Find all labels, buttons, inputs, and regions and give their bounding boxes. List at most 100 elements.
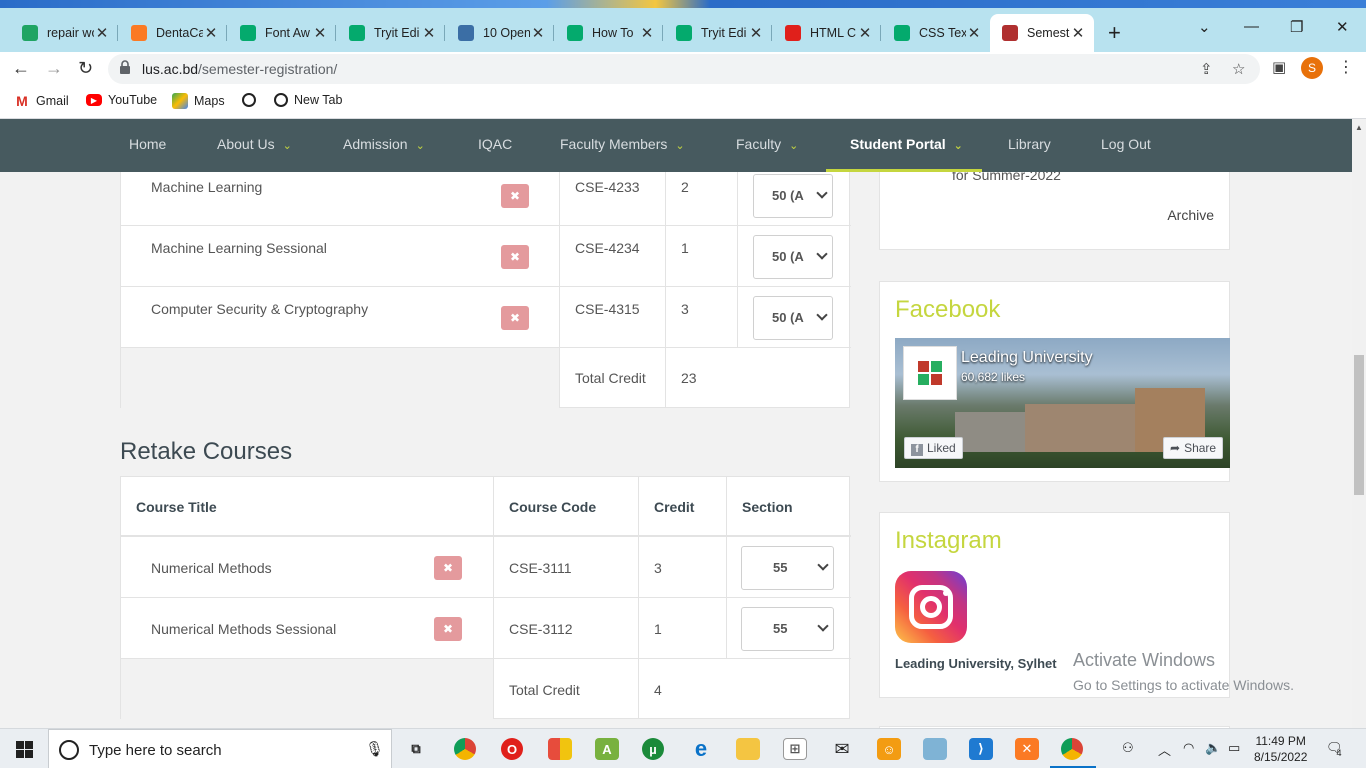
- close-tab-icon[interactable]: ✕: [857, 24, 873, 42]
- file-explorer-icon[interactable]: [736, 738, 760, 760]
- photos-app-icon[interactable]: ☺: [877, 738, 901, 760]
- remove-course-button[interactable]: ✖: [434, 616, 462, 641]
- remove-course-button[interactable]: ✖: [501, 183, 529, 208]
- remove-course-button[interactable]: ✖: [501, 244, 529, 269]
- edge-icon[interactable]: e: [689, 736, 713, 761]
- total-credit-label: Total Credit: [575, 370, 646, 386]
- facebook-share-button[interactable]: ➦ Share: [1163, 437, 1224, 459]
- tray-chevron-icon[interactable]: ︿: [1158, 740, 1171, 759]
- profile-avatar[interactable]: S: [1301, 57, 1323, 79]
- nav-item-faculty[interactable]: Faculty ⌄: [736, 136, 798, 152]
- instagram-icon[interactable]: [895, 571, 967, 643]
- back-icon[interactable]: ←: [12, 58, 30, 79]
- utorrent-icon[interactable]: µ: [642, 738, 664, 760]
- tab-7[interactable]: HTML C ✕: [773, 14, 881, 52]
- wifi-icon[interactable]: ◠: [1183, 740, 1194, 756]
- task-view-icon[interactable]: ⧉: [404, 738, 428, 760]
- notification-center-icon[interactable]: 🗨4: [1326, 740, 1348, 758]
- app-grid-icon[interactable]: [548, 738, 572, 760]
- nav-label: Student Portal: [850, 136, 946, 152]
- xampp-icon[interactable]: ✕: [1015, 738, 1039, 760]
- facebook-page-name[interactable]: Leading University: [961, 349, 1093, 367]
- page-scrollbar[interactable]: ▲: [1352, 119, 1366, 728]
- notice-item[interactable]: for Summer-2022: [952, 172, 1061, 183]
- close-tab-icon[interactable]: ✕: [639, 24, 655, 42]
- close-window-button[interactable]: ✕: [1336, 18, 1349, 36]
- nav-item-library[interactable]: Library: [1008, 136, 1051, 152]
- restore-button[interactable]: ❐: [1290, 18, 1303, 36]
- close-tab-icon[interactable]: ✕: [312, 24, 328, 42]
- remove-course-button[interactable]: ✖: [434, 555, 462, 580]
- bookmark-star-icon[interactable]: ☆: [1232, 60, 1245, 78]
- facebook-page-plugin[interactable]: Leading University 60,682 likes f Liked ➦…: [895, 338, 1230, 468]
- nav-item-student-portal[interactable]: Student Portal ⌄: [850, 136, 963, 152]
- notepad-icon[interactable]: [923, 738, 947, 760]
- bookmark-new-tab[interactable]: New Tab: [274, 93, 342, 107]
- section-select[interactable]: 50 (A: [753, 295, 833, 340]
- scroll-up-icon[interactable]: ▲: [1355, 123, 1363, 132]
- microphone-icon[interactable]: 🎙: [365, 740, 384, 758]
- side-panel-icon[interactable]: ▣: [1272, 58, 1286, 76]
- close-tab-icon[interactable]: ✕: [203, 24, 219, 42]
- nav-item-iqac[interactable]: IQAC: [478, 136, 512, 152]
- new-tab-button[interactable]: +: [1108, 20, 1121, 46]
- vscode-icon[interactable]: ⟩: [969, 738, 993, 760]
- bookmark-globe[interactable]: [242, 93, 262, 107]
- menu-icon[interactable]: ⋮: [1338, 57, 1354, 77]
- nav-item-faculty-members[interactable]: Faculty Members ⌄: [560, 136, 685, 152]
- reload-icon[interactable]: ↻: [78, 58, 93, 79]
- tab-search-icon[interactable]: ⌄: [1198, 18, 1211, 36]
- tab-8[interactable]: CSS Text ✕: [882, 14, 990, 52]
- tab-1[interactable]: DentaCa ✕: [119, 14, 227, 52]
- tab-6[interactable]: Tryit Edi ✕: [664, 14, 772, 52]
- opera-icon[interactable]: O: [501, 738, 523, 760]
- volume-icon[interactable]: 🔈: [1205, 740, 1221, 756]
- nav-item-about-us[interactable]: About Us ⌄: [217, 136, 292, 152]
- tab-3[interactable]: Tryit Edi ✕: [337, 14, 445, 52]
- close-tab-icon[interactable]: ✕: [421, 24, 437, 42]
- minimize-button[interactable]: —: [1244, 18, 1259, 35]
- bookmark-gmail[interactable]: M Gmail: [14, 93, 69, 109]
- scrollbar-thumb[interactable]: [1354, 355, 1364, 495]
- bookmark-youtube[interactable]: ▶ YouTube: [86, 93, 157, 107]
- close-tab-icon[interactable]: ✕: [1070, 24, 1086, 42]
- close-tab-icon[interactable]: ✕: [966, 24, 982, 42]
- chrome-icon[interactable]: [454, 738, 476, 760]
- remove-course-button[interactable]: ✖: [501, 305, 529, 330]
- lock-icon[interactable]: [120, 60, 130, 74]
- nav-item-log-out[interactable]: Log Out: [1101, 136, 1151, 152]
- store-icon[interactable]: ⊞: [783, 738, 807, 760]
- nav-label: Faculty: [736, 136, 782, 152]
- forward-icon[interactable]: →: [45, 58, 63, 79]
- address-bar[interactable]: lus.ac.bd/semester-registration/ ⇪ ☆: [108, 54, 1260, 84]
- archive-link[interactable]: Archive: [1167, 207, 1214, 223]
- tab-5[interactable]: How To ✕: [555, 14, 663, 52]
- people-icon[interactable]: ⚇: [1122, 740, 1134, 756]
- instagram-caption[interactable]: Leading University, Sylhet: [895, 656, 1057, 671]
- tab-2[interactable]: Font Aw ✕: [228, 14, 336, 52]
- system-clock[interactable]: 11:49 PM 8/15/2022: [1254, 733, 1307, 765]
- notice-widget: for Summer-2022 Archive: [879, 172, 1230, 250]
- close-tab-icon[interactable]: ✕: [748, 24, 764, 42]
- battery-icon[interactable]: ▭: [1228, 740, 1240, 756]
- android-studio-icon[interactable]: A: [595, 738, 619, 760]
- section-select[interactable]: 55: [741, 606, 834, 651]
- facebook-liked-button[interactable]: f Liked: [904, 437, 963, 459]
- chrome-active-icon[interactable]: [1061, 738, 1083, 760]
- nav-item-admission[interactable]: Admission ⌄: [343, 136, 425, 152]
- bookmark-maps[interactable]: Maps: [172, 93, 225, 109]
- taskbar-search[interactable]: Type here to search 🎙: [48, 729, 392, 768]
- close-tab-icon[interactable]: ✕: [530, 24, 546, 42]
- section-select[interactable]: 55: [741, 545, 834, 590]
- tab-4[interactable]: 10 Open ✕: [446, 14, 554, 52]
- chevron-down-icon: ⌄: [415, 140, 425, 152]
- tab-9[interactable]: Semeste✕: [990, 14, 1094, 52]
- mail-icon[interactable]: ✉: [830, 738, 854, 760]
- windows-start-icon[interactable]: [16, 741, 33, 758]
- section-select[interactable]: 50 (A: [753, 234, 833, 279]
- close-tab-icon[interactable]: ✕: [94, 24, 110, 42]
- share-icon[interactable]: ⇪: [1200, 60, 1213, 78]
- section-select[interactable]: 50 (A: [753, 173, 833, 218]
- tab-0[interactable]: repair wo ✕: [10, 14, 118, 52]
- nav-item-home[interactable]: Home: [129, 136, 166, 152]
